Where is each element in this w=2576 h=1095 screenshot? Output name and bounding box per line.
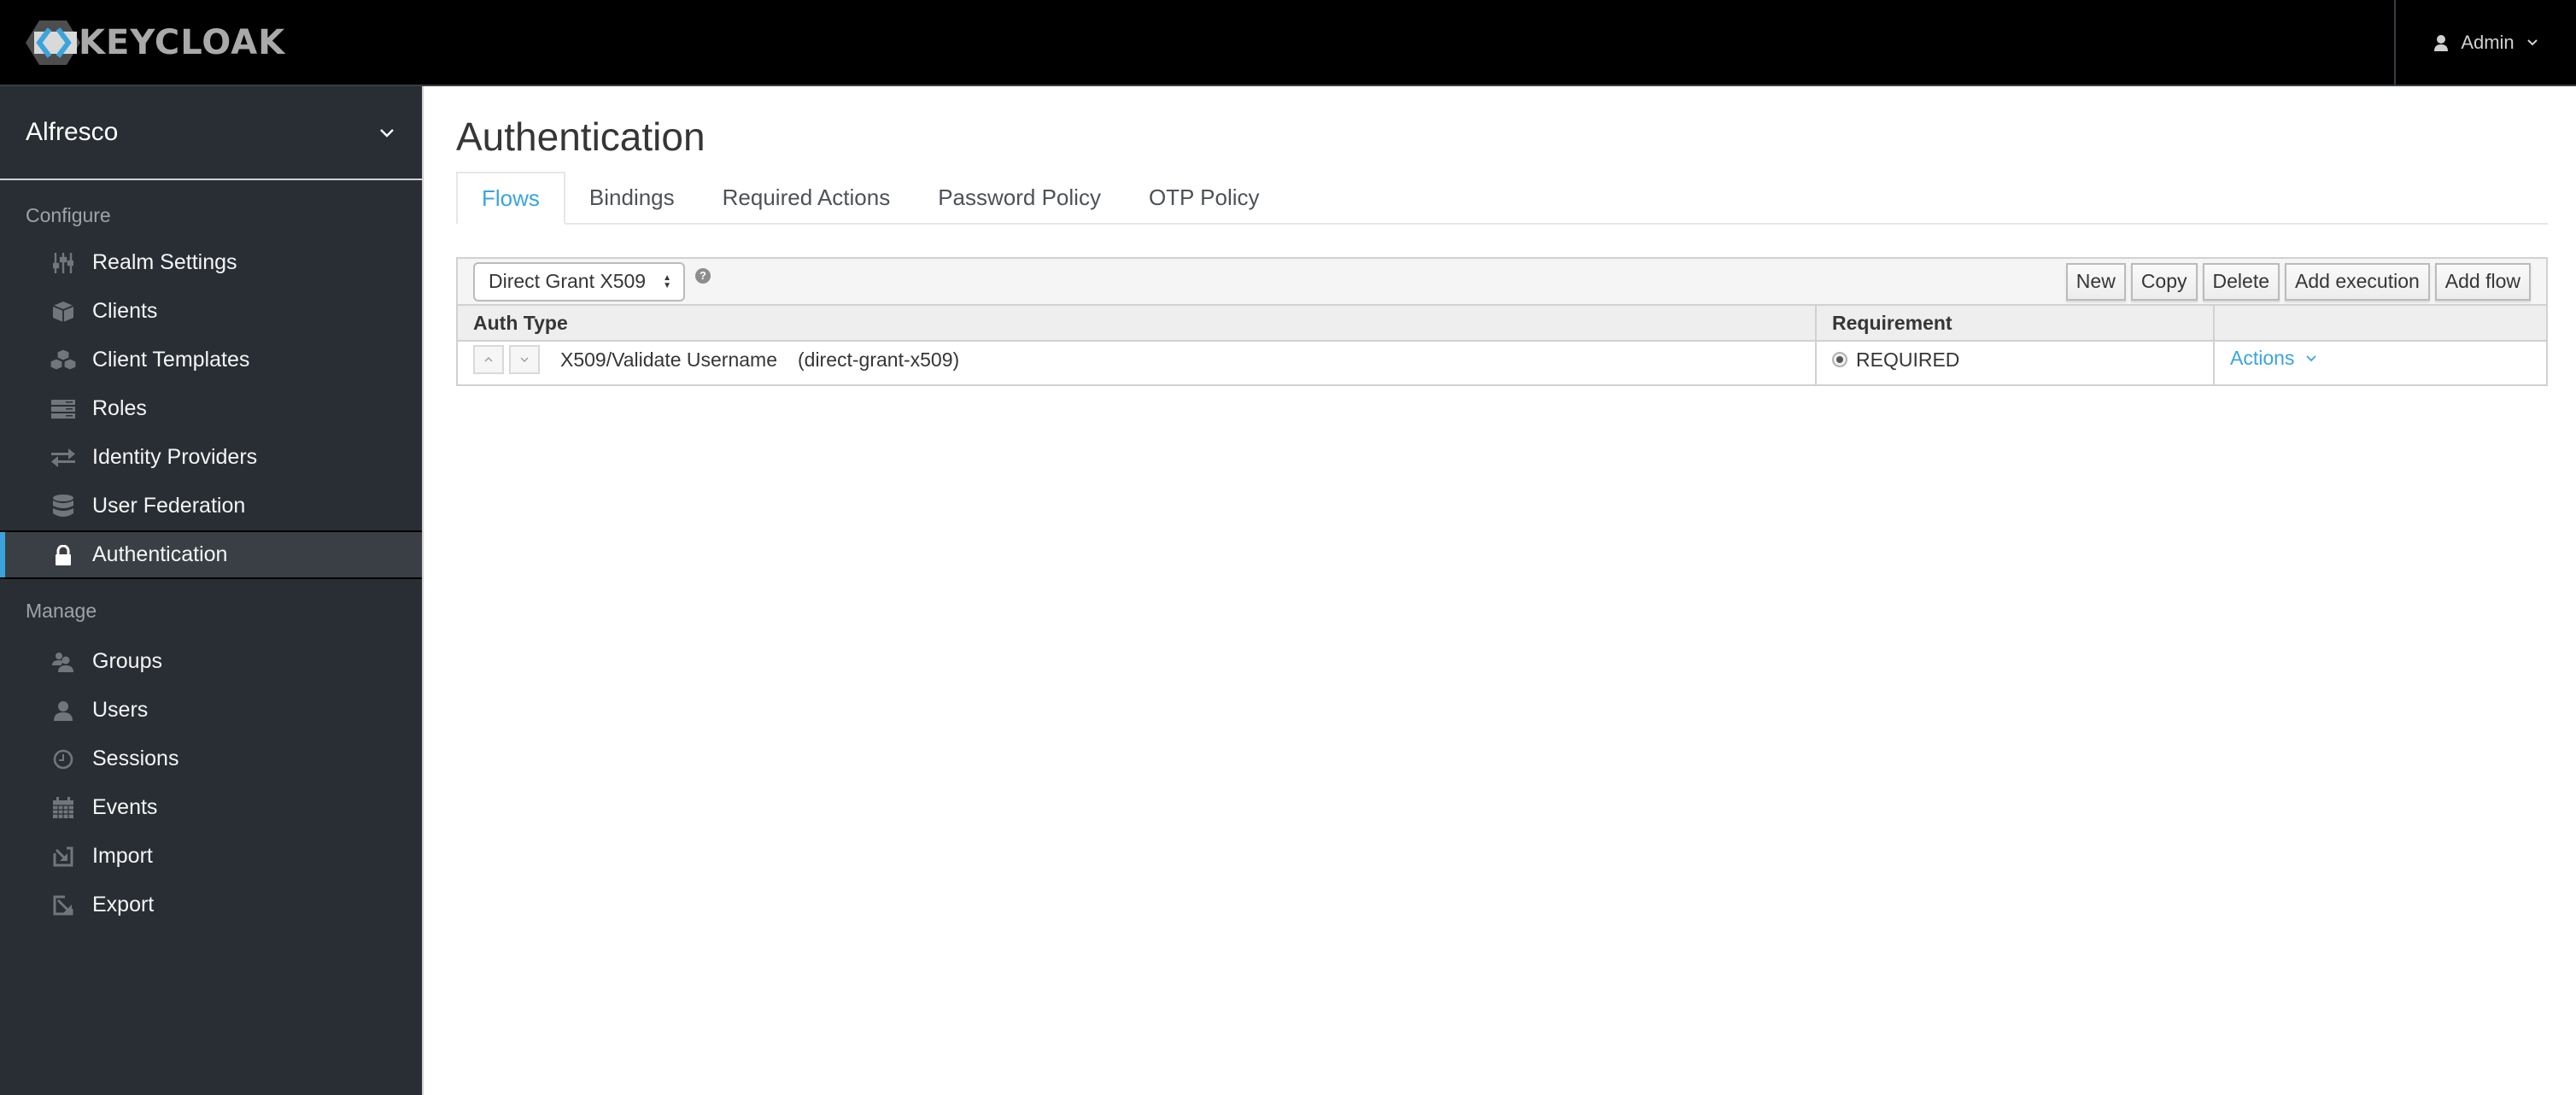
export-icon — [50, 892, 77, 919]
realm-selector[interactable]: Alfresco — [0, 86, 422, 180]
sidebar-item-authentication[interactable]: Authentication — [0, 530, 422, 579]
exchange-icon — [50, 444, 77, 471]
sidebar-item-label: Clients — [92, 299, 158, 323]
sidebar-item-users[interactable]: Users — [0, 686, 422, 735]
users-icon — [50, 648, 77, 676]
sidebar: Alfresco Configure Realm Settings Client… — [0, 86, 424, 1095]
sidebar-item-export[interactable]: Export — [0, 881, 422, 929]
chevron-down-icon — [2526, 38, 2538, 45]
cubes-icon — [50, 347, 77, 374]
sidebar-item-label: Authentication — [92, 542, 228, 566]
section-label-manage: Manage — [26, 600, 97, 622]
delete-flow-button[interactable]: Delete — [2202, 262, 2280, 301]
section-label-configure: Configure — [26, 204, 111, 226]
flow-toolbar: Direct Grant X509 ▲ ▼ ? New Copy Delete A… — [458, 259, 2546, 306]
calendar-icon — [50, 794, 77, 822]
move-down-button[interactable] — [509, 345, 540, 374]
sidebar-item-user-federation[interactable]: User Federation — [0, 482, 422, 530]
chevron-down-icon — [520, 357, 529, 362]
lock-icon — [50, 542, 77, 569]
requirement-label: REQUIRED — [1856, 348, 1960, 371]
keycloak-logo[interactable]: KEYCLOAK — [24, 19, 285, 67]
user-menu[interactable]: Admin — [2394, 0, 2576, 85]
execution-provider-id: (direct-grant-x509) — [798, 348, 960, 371]
sidebar-item-import[interactable]: Import — [0, 832, 422, 881]
sidebar-item-label: Groups — [92, 649, 162, 673]
chevron-down-icon — [380, 129, 394, 138]
sidebar-item-label: Users — [92, 698, 149, 722]
copy-flow-button[interactable]: Copy — [2130, 262, 2198, 301]
sidebar-item-identity-providers[interactable]: Identity Providers — [0, 433, 422, 482]
add-flow-button[interactable]: Add flow — [2434, 262, 2531, 301]
main-content: Authentication Flows Bindings Required A… — [456, 86, 2548, 386]
flow-table: Direct Grant X509 ▲ ▼ ? New Copy Delete A… — [456, 257, 2548, 386]
sidebar-item-groups[interactable]: Groups — [0, 637, 422, 686]
sidebar-item-label: Client Templates — [92, 348, 250, 372]
tab-required-actions[interactable]: Required Actions — [699, 172, 915, 223]
column-header-auth-type: Auth Type — [458, 306, 1817, 340]
sidebar-item-roles[interactable]: Roles — [0, 384, 422, 433]
cube-icon — [50, 298, 77, 325]
user-icon — [2434, 34, 2449, 51]
requirement-radio[interactable] — [1832, 352, 1847, 367]
sliders-icon — [50, 249, 77, 277]
tab-bindings[interactable]: Bindings — [565, 172, 699, 223]
sidebar-item-events[interactable]: Events — [0, 783, 422, 832]
sidebar-item-client-templates[interactable]: Client Templates — [0, 336, 422, 384]
add-execution-button[interactable]: Add execution — [2285, 262, 2430, 301]
server-stack-icon — [50, 395, 77, 423]
page-title: Authentication — [456, 114, 705, 159]
sidebar-item-label: Export — [92, 893, 155, 916]
top-header: KEYCLOAK Admin — [0, 0, 2576, 86]
chevron-down-icon — [2306, 354, 2317, 361]
sidebar-item-label: Import — [92, 844, 153, 868]
sidebar-item-label: User Federation — [92, 494, 246, 518]
tab-password-policy[interactable]: Password Policy — [914, 172, 1125, 223]
sidebar-item-realm-settings[interactable]: Realm Settings — [0, 238, 422, 287]
database-icon — [50, 493, 77, 520]
actions-label: Actions — [2230, 347, 2295, 369]
sidebar-item-label: Sessions — [92, 747, 179, 770]
sidebar-item-label: Realm Settings — [92, 250, 237, 274]
keycloak-logo-icon — [26, 20, 80, 65]
actions-cell: Actions — [2215, 342, 2546, 384]
tab-otp-policy[interactable]: OTP Policy — [1125, 172, 1284, 223]
select-arrows-icon: ▲ ▼ — [663, 272, 671, 290]
brand-name: KEYCLOAK — [79, 23, 286, 62]
tab-flows[interactable]: Flows — [456, 172, 565, 225]
requirement-cell: REQUIRED — [1817, 342, 2215, 384]
chevron-up-icon — [484, 357, 493, 362]
flow-select-value: Direct Grant X509 — [489, 270, 647, 292]
sidebar-item-label: Roles — [92, 396, 147, 420]
actions-dropdown[interactable]: Actions — [2230, 347, 2317, 370]
auth-type-cell: X509/Validate Username (direct-grant-x50… — [458, 342, 1817, 384]
table-header: Auth Type Requirement — [458, 306, 2546, 342]
user-icon — [50, 697, 77, 724]
sidebar-item-label: Identity Providers — [92, 445, 258, 469]
import-icon — [50, 843, 77, 870]
move-up-button[interactable] — [473, 345, 504, 374]
sidebar-item-label: Events — [92, 795, 158, 819]
question-circle-icon[interactable]: ? — [695, 267, 711, 284]
clock-icon — [50, 746, 77, 773]
flow-select[interactable]: Direct Grant X509 ▲ ▼ — [473, 261, 685, 302]
column-header-actions — [2215, 306, 2546, 340]
sidebar-item-sessions[interactable]: Sessions — [0, 735, 422, 783]
user-menu-label: Admin — [2461, 31, 2515, 53]
new-flow-button[interactable]: New — [2065, 262, 2126, 301]
tab-bar: Flows Bindings Required Actions Password… — [456, 172, 2548, 225]
realm-name: Alfresco — [26, 118, 119, 146]
sidebar-item-clients[interactable]: Clients — [0, 287, 422, 336]
execution-name: X509/Validate Username — [560, 348, 777, 371]
toolbar-buttons: New Copy Delete Add execution Add flow — [2065, 262, 2531, 301]
table-row: X509/Validate Username (direct-grant-x50… — [458, 342, 2546, 384]
column-header-requirement: Requirement — [1817, 306, 2215, 340]
